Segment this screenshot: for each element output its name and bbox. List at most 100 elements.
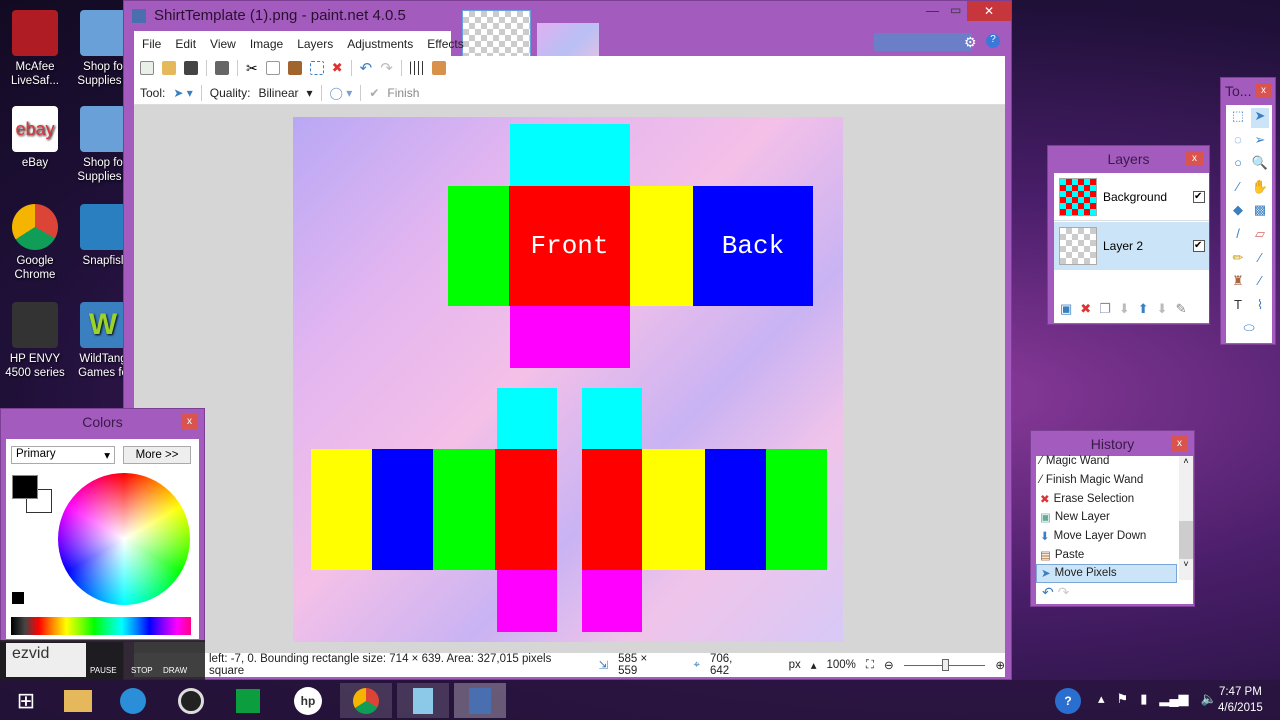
text-icon[interactable]: T — [1229, 297, 1247, 317]
flag-icon[interactable]: ⚑ — [1117, 691, 1129, 707]
paint-bucket-icon[interactable]: ◆ — [1229, 202, 1247, 222]
layer-visibility-checkbox[interactable]: ✔ — [1193, 240, 1205, 252]
desktop-icon-mcafee[interactable]: McAfee LiveSaf... — [4, 10, 66, 88]
ruler-icon[interactable] — [431, 61, 446, 75]
taskbar-chrome[interactable] — [340, 683, 392, 718]
rectangle-select-icon[interactable]: ⬚ — [1229, 108, 1247, 128]
color-picker-icon[interactable]: ⁄ — [1251, 250, 1269, 270]
desktop-icon-chrome[interactable]: Google Chrome — [4, 204, 66, 282]
lasso-icon[interactable]: ◌ — [1229, 132, 1247, 152]
quality-dropdown[interactable]: Bilinear — [258, 86, 298, 100]
taskbar-paintnet[interactable] — [454, 683, 506, 718]
delete-layer-icon[interactable]: ✖ — [1080, 301, 1091, 317]
merge-layer-icon[interactable]: ⬇ — [1119, 301, 1130, 317]
taskbar-hp[interactable]: hp — [282, 683, 334, 718]
zoom-level[interactable]: 100% — [827, 659, 856, 671]
crop-icon[interactable] — [309, 61, 324, 75]
close-icon[interactable]: x — [1255, 83, 1272, 98]
redo-icon[interactable]: ↷ — [380, 59, 393, 77]
print-icon[interactable] — [215, 61, 229, 75]
close-icon[interactable]: x — [181, 414, 198, 429]
history-scrollbar[interactable]: ˄ ˅ — [1179, 456, 1193, 580]
finish-button[interactable]: Finish — [387, 86, 419, 100]
eraser-icon[interactable]: ▱ — [1251, 226, 1269, 246]
settings-icon[interactable]: ⚙ — [964, 34, 977, 51]
grid-icon[interactable] — [409, 61, 424, 75]
taskbar-app-2[interactable] — [165, 683, 217, 718]
menu-image[interactable]: Image — [250, 37, 283, 51]
history-item[interactable]: ⁄ Magic Wand — [1036, 452, 1177, 471]
stop-button[interactable]: STOP — [131, 666, 153, 675]
pencil-icon[interactable]: ✏ — [1229, 250, 1247, 270]
zoom-out-icon[interactable]: ⊖ — [884, 658, 894, 672]
units-dropdown[interactable]: px — [789, 659, 801, 671]
show-hidden-icons[interactable]: ▴ — [1098, 691, 1105, 707]
history-item-selected[interactable]: ➤ Move Pixels — [1036, 564, 1177, 583]
shapes-icon[interactable]: ⬭ — [1229, 320, 1269, 340]
deselect-icon[interactable]: ✖ — [332, 60, 343, 76]
layer-row-layer-2[interactable]: Layer 2 ✔ — [1054, 222, 1209, 270]
cut-icon[interactable]: ✂ — [246, 60, 258, 77]
move-selection-tool-icon[interactable]: ➤ ▾ — [173, 86, 192, 100]
more-button[interactable]: More >> — [123, 446, 191, 464]
battery-icon[interactable]: ▮ — [1140, 691, 1147, 707]
close-icon[interactable]: x — [1186, 151, 1203, 166]
color-palette[interactable] — [11, 617, 191, 635]
layer-properties-icon[interactable]: ✎ — [1176, 301, 1187, 317]
redo-icon[interactable]: ↷ — [1058, 584, 1070, 600]
network-icon[interactable]: ▂▄▆ — [1159, 691, 1188, 707]
history-item[interactable]: ⁄ Finish Magic Wand — [1036, 471, 1177, 490]
history-item[interactable]: ▣ New Layer — [1036, 508, 1177, 527]
taskbar-file-explorer[interactable] — [52, 683, 104, 718]
zoom-in-icon[interactable]: ⊕ — [995, 658, 1005, 672]
undo-icon[interactable]: ↶ — [1042, 584, 1054, 600]
layer-row-background[interactable]: Background ✔ — [1054, 173, 1209, 221]
new-icon[interactable] — [140, 61, 154, 75]
open-icon[interactable] — [162, 61, 176, 75]
maximize-button[interactable]: ▭ — [950, 3, 961, 17]
color-wheel[interactable] — [58, 473, 190, 605]
pause-button[interactable]: PAUSE — [90, 666, 117, 675]
taskbar-store[interactable] — [222, 683, 274, 718]
move-layer-down-icon[interactable]: ⬇ — [1157, 301, 1168, 317]
close-button[interactable]: ✕ — [967, 1, 1011, 21]
ellipse-select-icon[interactable]: ○ — [1229, 155, 1247, 175]
draw-button[interactable]: DRAW — [163, 666, 187, 675]
undo-icon[interactable]: ↶ — [360, 59, 373, 77]
recolor-icon[interactable]: ⁄ — [1251, 273, 1269, 293]
history-item[interactable]: ⬇ Move Layer Down — [1036, 527, 1177, 546]
antialiasing-icon[interactable]: ◯ ▾ — [330, 86, 353, 100]
menu-view[interactable]: View — [210, 37, 236, 51]
move-selection-icon[interactable]: ➢ — [1251, 132, 1269, 152]
history-item[interactable]: ✖ Erase Selection — [1036, 489, 1177, 508]
desktop-icon-ebay[interactable]: ebay eBay — [4, 106, 66, 170]
minimize-button[interactable]: — — [926, 3, 939, 18]
help-alert-icon[interactable]: ? — [1055, 688, 1081, 714]
primary-color-swatch[interactable] — [12, 475, 38, 499]
volume-icon[interactable]: 🔈 — [1201, 691, 1217, 707]
duplicate-layer-icon[interactable]: ❐ — [1099, 301, 1111, 317]
pan-icon[interactable]: ✋ — [1251, 179, 1269, 199]
gradient-icon[interactable]: ▩ — [1251, 202, 1269, 222]
layer-visibility-checkbox[interactable]: ✔ — [1193, 190, 1205, 203]
taskbar-notepad[interactable] — [397, 683, 449, 718]
magic-wand-icon[interactable]: ⁄ — [1229, 179, 1247, 199]
history-item[interactable]: ▤ Paste — [1036, 545, 1177, 564]
color-mode-dropdown[interactable]: Primary ▾ — [11, 446, 115, 464]
desktop-icon-hp-envy[interactable]: HP ENVY 4500 series — [4, 302, 66, 380]
zoom-icon[interactable]: 🔍 — [1251, 155, 1269, 175]
window-toggles[interactable] — [874, 33, 972, 51]
clone-stamp-icon[interactable]: ♜ — [1229, 273, 1247, 293]
start-button[interactable]: ⊞ — [0, 683, 52, 718]
menu-edit[interactable]: Edit — [175, 37, 196, 51]
move-layer-up-icon[interactable]: ⬆ — [1138, 301, 1149, 317]
save-icon[interactable] — [184, 61, 198, 75]
menu-layers[interactable]: Layers — [297, 37, 333, 51]
line-curve-icon[interactable]: ⌇ — [1251, 297, 1269, 317]
copy-icon[interactable] — [265, 61, 280, 75]
close-icon[interactable]: x — [1171, 436, 1188, 451]
clock[interactable]: 7:47 PM 4/6/2015 — [1218, 684, 1263, 716]
zoom-fit-icon[interactable]: ⛶ — [866, 659, 874, 672]
palette-icon[interactable] — [12, 592, 24, 604]
zoom-slider[interactable] — [903, 658, 986, 671]
